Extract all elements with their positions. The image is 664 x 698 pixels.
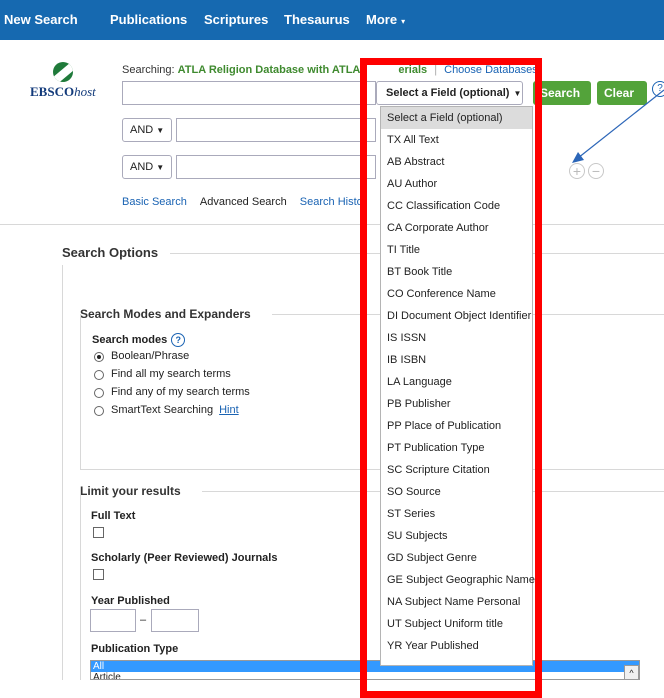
chevron-down-icon: ▼ [156, 126, 165, 135]
year-published-label: Year Published [91, 595, 170, 607]
search-mode-links: Basic Search Advanced Search Search Hist… [122, 196, 363, 208]
limit-left-rule [80, 491, 81, 680]
dropdown-item[interactable]: Select a Field (optional) [381, 107, 532, 129]
full-text-checkbox[interactable] [93, 527, 104, 538]
searching-line: Searching: ATLA Religion Database with A… [122, 64, 538, 76]
dropdown-item[interactable]: AB Abstract [381, 151, 532, 173]
dropdown-item[interactable]: IS ISSN [381, 327, 532, 349]
dropdown-item[interactable]: ST Series [381, 503, 532, 525]
dropdown-item[interactable]: LA Language [381, 371, 532, 393]
field-select-value: Select a Field (optional) [386, 87, 510, 99]
chevron-down-icon: ▾ [401, 17, 406, 26]
dropdown-item[interactable]: DI Document Object Identifier [381, 305, 532, 327]
nav-publications[interactable]: Publications [110, 12, 187, 27]
list-item[interactable]: All [91, 661, 639, 672]
search-input-3[interactable] [176, 155, 376, 179]
logo-wordmark: EBSCOhost [30, 84, 96, 100]
dropdown-item[interactable]: SC Scripture Citation [381, 459, 532, 481]
top-nav-bar: New Search Publications Scriptures Thesa… [0, 0, 664, 40]
hint-link[interactable]: Hint [219, 404, 239, 416]
logo-brand-bold: EBSCO [30, 84, 75, 99]
dropdown-item[interactable]: IB ISBN [381, 349, 532, 371]
radio-find-any[interactable] [94, 388, 104, 398]
section-divider [0, 224, 664, 225]
radio-label: Find all my search terms [111, 368, 231, 380]
dropdown-item[interactable]: BT Book Title [381, 261, 532, 283]
year-dash: – [140, 614, 147, 626]
smarttext-label: SmartText Searching [111, 404, 214, 416]
choose-databases-link[interactable]: Choose Databases [444, 64, 538, 76]
chevron-down-icon: ▼ [156, 163, 165, 172]
search-options-left-rule [62, 265, 63, 680]
search-history-link[interactable]: Search Histo [300, 196, 363, 208]
search-options-title: Search Options [62, 245, 159, 260]
boolean-select-3[interactable]: AND ▼ [122, 155, 172, 179]
year-from-input[interactable] [90, 609, 136, 632]
dropdown-item[interactable]: NA Subject Name Personal [381, 591, 532, 613]
dropdown-item[interactable]: YR Year Published [381, 635, 532, 657]
basic-search-link[interactable]: Basic Search [122, 196, 187, 208]
limit-title: Limit your results [80, 484, 181, 498]
search-modes-label: Search modes? [92, 333, 186, 347]
dropdown-item[interactable]: TI Title [381, 239, 532, 261]
annotation-arrow [572, 89, 664, 163]
dropdown-item[interactable]: CA Corporate Author [381, 217, 532, 239]
dropdown-item[interactable]: PP Place of Publication [381, 415, 532, 437]
nav-more[interactable]: More ▾ [366, 12, 405, 27]
field-select-1[interactable]: Select a Field (optional) ▼ [376, 81, 523, 105]
dropdown-item[interactable]: GD Subject Genre [381, 547, 532, 569]
year-to-input[interactable] [151, 609, 199, 632]
search-input-2[interactable] [176, 118, 376, 142]
scroll-up-icon[interactable]: ^ [624, 665, 639, 680]
dropdown-item[interactable]: CO Conference Name [381, 283, 532, 305]
search-input-1[interactable] [122, 81, 376, 105]
nav-more-label: More [366, 12, 398, 27]
database-name: ATLA Religion Database with ATLA [177, 64, 361, 76]
searching-label: Searching: [122, 64, 175, 76]
divider: | [434, 64, 438, 76]
dropdown-item[interactable]: UT Subject Uniform title [381, 613, 532, 635]
publication-type-label: Publication Type [91, 643, 179, 655]
radio-find-all[interactable] [94, 370, 104, 380]
help-icon[interactable]: ? [171, 333, 186, 347]
boolean-value-3: AND [130, 161, 154, 173]
radio-label: Find any of my search terms [111, 386, 250, 398]
field-dropdown-list: Select a Field (optional) TX All Text AB… [380, 106, 535, 666]
full-text-label: Full Text [91, 510, 136, 522]
boolean-select-2[interactable]: AND ▼ [122, 118, 172, 142]
scholarly-checkbox[interactable] [93, 569, 104, 580]
dropdown-item[interactable]: AU Author [381, 173, 532, 195]
logo-brand-italic: host [74, 84, 96, 99]
advanced-search-link[interactable]: Advanced Search [200, 196, 287, 208]
radio-label: Boolean/Phrase [111, 350, 190, 362]
dropdown-item[interactable]: SU Subjects [381, 525, 532, 547]
ebsco-globe-icon [53, 62, 73, 82]
scholarly-label: Scholarly (Peer Reviewed) Journals [91, 552, 278, 564]
dropdown-item[interactable]: TX All Text [381, 129, 532, 151]
radio-smarttext[interactable] [94, 406, 104, 416]
dropdown-item[interactable]: PB Publisher [381, 393, 532, 415]
nav-thesaurus[interactable]: Thesaurus [284, 12, 350, 27]
dropdown-item[interactable]: CC Classification Code [381, 195, 532, 217]
list-item[interactable]: Article [91, 672, 639, 679]
ebscohost-logo: EBSCOhost [30, 62, 96, 102]
radio-label: SmartText Searching Hint [111, 404, 239, 416]
publication-type-list[interactable]: All Article [90, 660, 640, 680]
nav-new-search[interactable]: New Search [4, 12, 78, 27]
dropdown-item[interactable]: PT Publication Type [381, 437, 532, 459]
database-name-tail: erials [398, 64, 428, 76]
dropdown-item[interactable]: SO Source [381, 481, 532, 503]
chevron-down-icon: ▼ [513, 89, 522, 98]
boolean-value-2: AND [130, 124, 154, 136]
dropdown-item[interactable]: GE Subject Geographic Name [381, 569, 535, 591]
nav-scriptures[interactable]: Scriptures [204, 12, 268, 27]
search-modes-text: Search modes [92, 333, 168, 346]
radio-boolean-phrase[interactable] [94, 352, 104, 362]
